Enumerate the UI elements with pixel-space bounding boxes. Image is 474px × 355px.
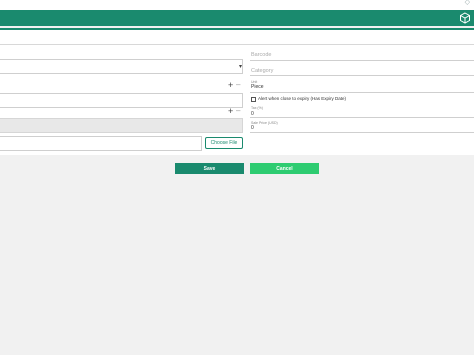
section-divider bbox=[0, 44, 474, 45]
unit-underline bbox=[250, 92, 474, 93]
sale-price-label: Sale Price (USD) bbox=[251, 121, 278, 125]
app-header bbox=[0, 10, 474, 26]
top-strip: ◇ bbox=[0, 0, 474, 10]
choose-file-button[interactable]: Choose File bbox=[205, 137, 243, 149]
tax-label: Tax (%) bbox=[251, 106, 263, 110]
barcode-underline bbox=[250, 60, 474, 61]
barcode-input[interactable]: Barcode bbox=[251, 52, 272, 58]
category-underline bbox=[250, 75, 474, 76]
file-path-field[interactable] bbox=[0, 136, 202, 151]
select-field[interactable] bbox=[0, 59, 243, 74]
sale-price-input[interactable]: 0 bbox=[251, 125, 254, 131]
expiry-alert-label: Alert when close to expiry (Has Expiry D… bbox=[258, 96, 347, 101]
sale-price-underline bbox=[250, 132, 474, 133]
add-icon[interactable]: + bbox=[228, 81, 233, 90]
cancel-button[interactable]: Cancel bbox=[250, 163, 319, 174]
minus-icon: – bbox=[236, 106, 241, 115]
unit-select[interactable]: Piece bbox=[251, 84, 264, 90]
tax-underline bbox=[250, 117, 474, 118]
text-field[interactable] bbox=[0, 93, 243, 108]
caret-down-icon[interactable]: ▾ bbox=[239, 63, 242, 70]
minus-icon: – bbox=[236, 80, 241, 89]
category-input[interactable]: Category bbox=[251, 68, 273, 74]
save-button[interactable]: Save bbox=[175, 163, 244, 174]
disabled-field bbox=[0, 118, 243, 133]
corner-icon: ◇ bbox=[464, 0, 470, 6]
cube-icon[interactable] bbox=[459, 12, 471, 24]
expiry-alert-checkbox[interactable] bbox=[251, 97, 256, 102]
add-icon[interactable]: + bbox=[228, 107, 233, 116]
